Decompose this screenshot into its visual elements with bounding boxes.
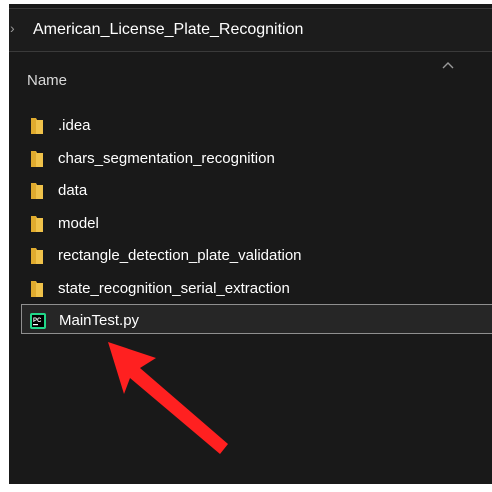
list-item-label: state_recognition_serial_extraction xyxy=(58,280,290,297)
folder-icon xyxy=(31,118,43,134)
list-item-label: .idea xyxy=(58,117,91,134)
list-item-label: chars_segmentation_recognition xyxy=(58,150,275,167)
list-item-label: model xyxy=(58,215,99,232)
address-bar[interactable]: › American_License_Plate_Recognition xyxy=(9,8,492,52)
chevron-up-icon[interactable] xyxy=(441,60,455,70)
svg-text:PC: PC xyxy=(33,318,42,324)
list-item-idea[interactable]: .idea xyxy=(21,110,492,140)
pycharm-file-icon: PC xyxy=(30,313,46,329)
list-item-chars-segmentation-recognition[interactable]: chars_segmentation_recognition xyxy=(21,143,492,173)
file-explorer-window: › American_License_Plate_Recognition Nam… xyxy=(9,4,492,484)
list-item-maintest-py[interactable]: PC MainTest.py xyxy=(21,304,492,334)
column-header-name[interactable]: Name xyxy=(27,72,67,89)
list-item-rectangle-detection-plate-validation[interactable]: rectangle_detection_plate_validation xyxy=(21,240,492,270)
list-item-model[interactable]: model xyxy=(21,208,492,238)
folder-icon xyxy=(31,216,43,232)
screenshot-frame: › American_License_Plate_Recognition Nam… xyxy=(0,0,492,492)
folder-icon xyxy=(31,151,43,167)
red-arrow-annotation xyxy=(108,342,228,454)
folder-icon xyxy=(31,183,43,199)
list-item-label: rectangle_detection_plate_validation xyxy=(58,247,302,264)
list-item-label: data xyxy=(58,182,88,199)
breadcrumb-chevron-icon[interactable]: › xyxy=(10,20,15,36)
list-item-label: MainTest.py xyxy=(59,312,140,329)
list-item-state-recognition-serial-extraction[interactable]: state_recognition_serial_extraction xyxy=(21,273,492,303)
list-item-data[interactable]: data xyxy=(21,175,492,205)
folder-icon xyxy=(31,281,43,297)
breadcrumb-path[interactable]: American_License_Plate_Recognition xyxy=(33,21,303,39)
folder-icon xyxy=(31,248,43,264)
